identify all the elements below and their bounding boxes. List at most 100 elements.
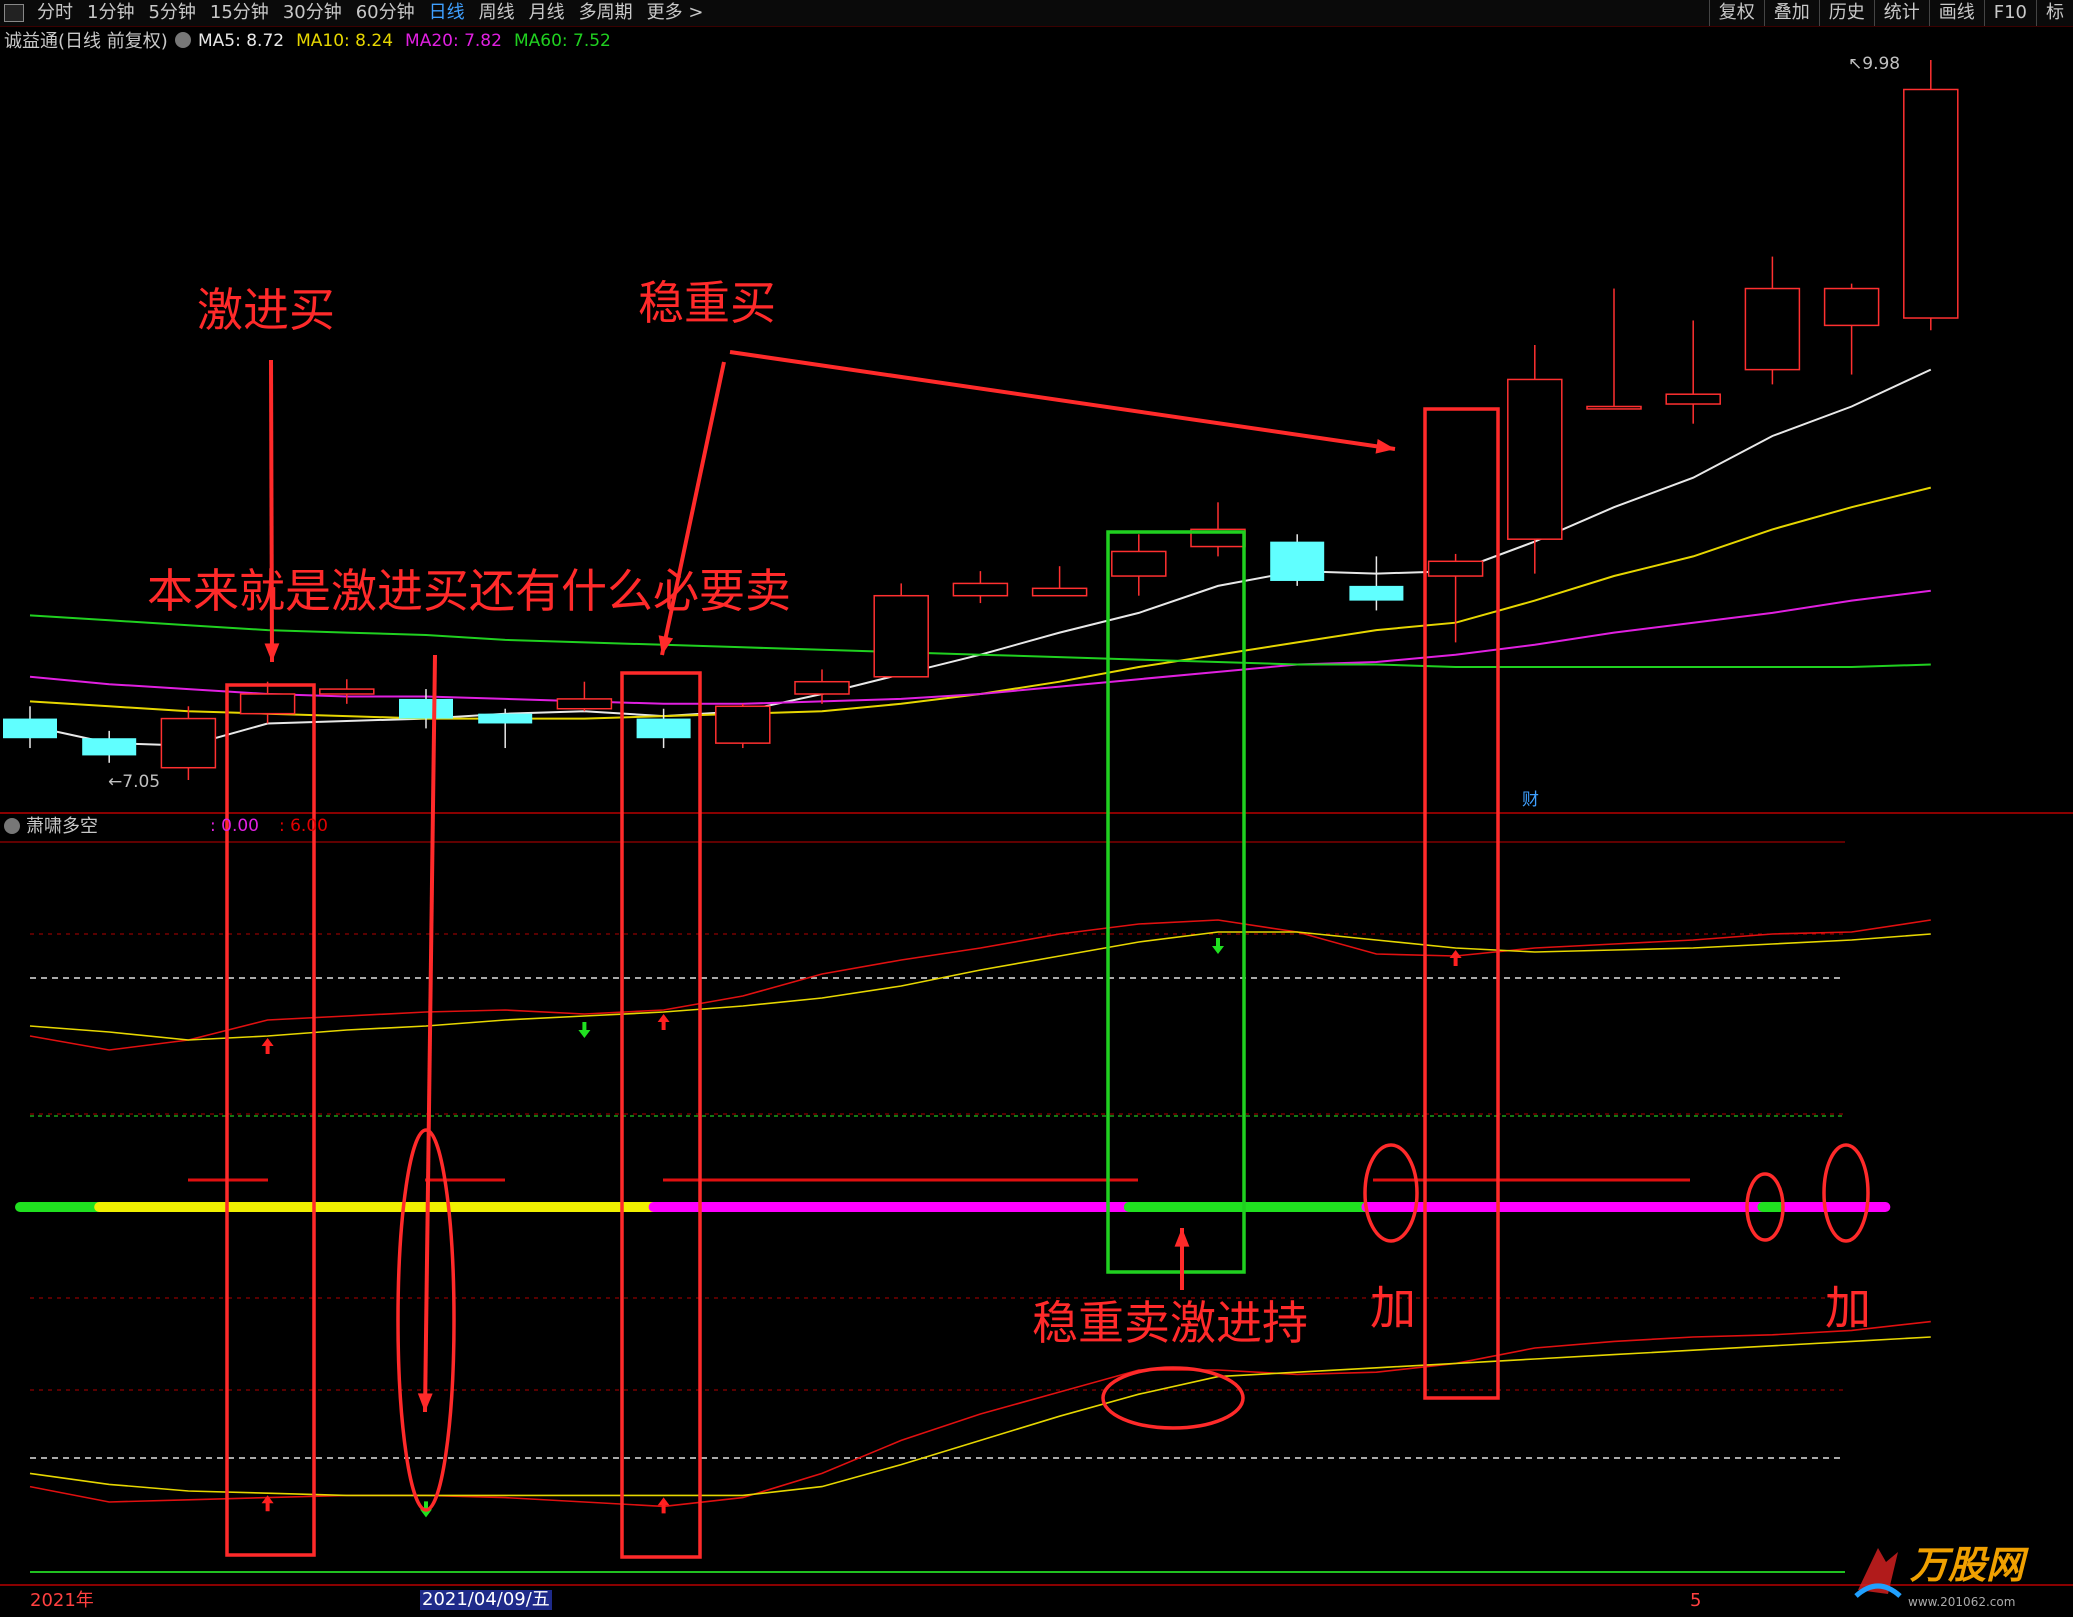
watermark-name: 万股网 [1910,1543,2025,1587]
window-icon[interactable] [4,4,24,22]
annotation-no-need-sell: 本来就是激进买还有什么必要卖 [147,564,791,618]
watermark-logo-icon [1852,1540,1904,1600]
ma-legend: MA5: 8.72 MA10: 8.24 MA20: 7.82 MA60: 7.52 [198,33,623,50]
candle [1586,288,1642,410]
add-ellipse-3 [1822,1143,1870,1243]
annotation-shapes [225,350,1870,1559]
indicator-collapse-icon[interactable] [4,818,20,834]
period-tab[interactable]: 15分钟 [203,0,276,26]
kline-chart[interactable] [0,0,2073,1617]
sell-signal-arrow [578,1022,591,1038]
candle [556,681,613,712]
candle [1270,534,1325,586]
steady-sell-arrow-head [1174,1228,1190,1247]
candle-body [1823,287,1880,327]
tool-button[interactable]: 画线 [1928,0,1984,26]
high-price-label: ↖9.98 [1848,54,1901,74]
candle-body [1031,587,1088,597]
buy-signal-arrow [261,1038,274,1054]
annotation-steady-sell-aggressive-hold: 稳重卖激进持 [1032,1296,1308,1350]
breakout-arrow [729,350,1396,451]
period-tab[interactable]: 分时 [30,0,80,26]
candle [319,679,375,704]
candle-body [1507,378,1563,540]
period-tab[interactable]: 多周期 [572,0,640,26]
candle-body [160,717,217,769]
period-tab[interactable]: 5分钟 [141,0,202,26]
tool-button[interactable]: 统计 [1873,0,1929,26]
candle-body [1111,550,1167,577]
stock-name-label: 诚益通(日线 前复权) [4,31,168,52]
tool-list: 复权 叠加 历史 统计 画线 F10 标 [1708,0,2073,26]
candle [478,708,533,749]
period-tab[interactable]: 周线 [472,0,522,26]
aggressive-buy-arrow-head [264,643,280,662]
annotation-add-1: 加 [1370,1281,1416,1335]
tool-button[interactable]: 历史 [1818,0,1874,26]
state-bar [15,1178,1891,1212]
candle-body [1427,560,1484,577]
candle [1903,60,1959,331]
candle [1427,553,1484,643]
buy-signal-arrow [657,1497,670,1514]
candle [160,706,217,780]
period-tab[interactable]: 1分钟 [80,0,141,26]
no-sell-arrow-head [417,1393,433,1412]
candle-body [1903,88,1959,319]
steady-buy-box [620,671,702,1559]
indicator-title: 萧啸多空 [26,816,98,837]
period-tab[interactable]: 30分钟 [276,0,349,26]
candlesticks [3,60,1959,780]
candle-body [239,693,296,715]
finance-marker[interactable]: 财 [1522,792,1539,809]
steady-sell-box [1106,530,1246,1274]
add-ellipse-1 [1363,1143,1419,1243]
candle-body [1270,541,1325,581]
candle [1665,320,1721,424]
candle [239,681,296,724]
candle-body [478,713,533,724]
stock-title: 诚益通(日线 前复权) [4,33,168,51]
candle-body [1349,585,1404,601]
candle-body [952,582,1009,597]
candle [715,703,771,749]
period-list: 分时 1分钟 5分钟 15分钟 30分钟 60分钟 日线 周线 月线 多周期 更多 > [0,0,710,26]
candle [1190,502,1246,557]
candle-body [3,718,57,739]
period-toolbar: 分时 1分钟 5分钟 15分钟 30分钟 60分钟 日线 周线 月线 多周期 更多 > 复权 叠加 历史… [0,0,2073,27]
candle-body [399,698,453,719]
tool-button[interactable]: 复权 [1708,0,1764,26]
candle-body [1744,287,1801,371]
ma-legend-item: MA60: 7.52 [513,31,611,51]
indicator-params: : 0.00: 6.00 [210,818,348,835]
period-tab[interactable]: 60分钟 [349,0,422,26]
ma-legend-item: MA10: 8.24 [296,31,394,51]
tool-button[interactable]: 叠加 [1763,0,1819,26]
collapse-icon[interactable] [175,32,191,48]
watermark-url: www.201062.com [1908,1595,2016,1609]
candle [952,571,1009,604]
annotation-aggressive-buy: 激进买 [197,283,335,337]
sell-signal-arrow [1212,938,1224,954]
candle-body [556,698,613,710]
candle [1031,566,1088,597]
tool-button[interactable]: 标 [2036,0,2073,26]
candle [82,730,137,763]
candle [3,706,57,749]
indicator-param: : 6.00 [278,816,328,836]
breakout-box [1423,407,1500,1400]
tool-button[interactable]: F10 [1983,0,2036,26]
period-tab[interactable]: 月线 [522,0,572,26]
time-cursor-label: 2021/04/09/五 [420,1589,552,1610]
candle [1507,345,1563,574]
period-tab[interactable]: 更多 > [640,0,711,26]
horizontal-gridlines [0,812,2073,1586]
time-end-label: 5 [1690,1590,1702,1611]
candle-body [1665,393,1721,405]
period-tab[interactable]: 日线 [422,0,472,26]
candle [1823,283,1880,375]
candle-body [794,680,850,695]
ma-legend-item: MA20: 7.82 [405,31,502,51]
ma-line-ma60 [29,614,1931,668]
candle [1744,256,1801,385]
